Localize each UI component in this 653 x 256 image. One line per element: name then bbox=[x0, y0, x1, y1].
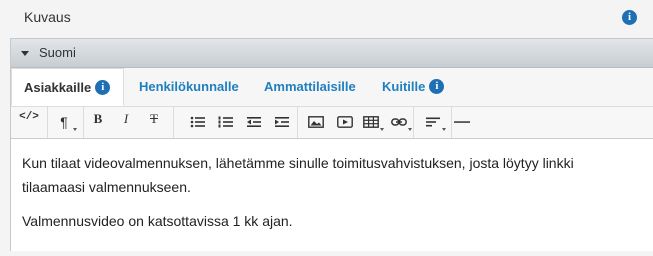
numbered-list-icon bbox=[218, 116, 233, 128]
field-title: Kuvaus bbox=[24, 9, 71, 25]
info-icon[interactable]: i bbox=[429, 79, 445, 95]
caret-down-icon bbox=[21, 51, 29, 56]
toolbar-group-format: ¶ bbox=[47, 107, 84, 138]
horizontal-rule-button[interactable] bbox=[451, 111, 473, 133]
tab-label: Henkilökunnalle bbox=[139, 79, 239, 94]
insert-table-button[interactable] bbox=[360, 111, 384, 133]
insert-video-button[interactable] bbox=[334, 111, 356, 133]
audience-tabs: Asiakkaille i Henkilökunnalle Ammattilais… bbox=[11, 68, 653, 107]
tab-label: Ammattilaisille bbox=[264, 79, 356, 94]
insert-image-button[interactable] bbox=[305, 111, 327, 133]
video-icon bbox=[337, 116, 353, 128]
paragraph-format-button[interactable]: ¶ bbox=[53, 111, 77, 133]
tab-label: Kuitille bbox=[382, 79, 426, 94]
insert-link-button[interactable] bbox=[388, 111, 412, 133]
italic-button[interactable]: I bbox=[115, 111, 137, 133]
tab-henkilokunnalle[interactable]: Henkilökunnalle bbox=[127, 68, 251, 106]
language-collapse-bar[interactable]: Suomi bbox=[11, 39, 653, 68]
rich-text-editor[interactable]: Kun tilaat videovalmennuksen, lähetämme … bbox=[11, 139, 653, 251]
outdent-button[interactable] bbox=[243, 111, 265, 133]
outdent-icon bbox=[247, 117, 261, 127]
dropdown-arrow-icon bbox=[73, 128, 77, 131]
info-icon[interactable]: i bbox=[622, 10, 637, 25]
indent-icon bbox=[275, 117, 289, 127]
translation-panel: Suomi Asiakkaille i Henkilökunnalle Ammat… bbox=[10, 38, 653, 251]
toolbar-group-lists bbox=[173, 107, 298, 138]
paragraph-icon: ¶ bbox=[60, 114, 68, 130]
bold-button[interactable]: B bbox=[87, 111, 109, 133]
toolbar-group-code: </> bbox=[11, 107, 48, 138]
table-icon bbox=[363, 116, 379, 128]
tab-ammattilaisille[interactable]: Ammattilaisille bbox=[252, 68, 368, 106]
editor-paragraph: Kun tilaat videovalmennuksen, lähetämme … bbox=[22, 155, 574, 195]
language-label: Suomi bbox=[39, 45, 76, 60]
link-icon bbox=[391, 118, 407, 126]
bullet-list-icon bbox=[190, 116, 205, 128]
editor-toolbar: </> ¶ B I T bbox=[11, 107, 653, 139]
tab-asiakkaille[interactable]: Asiakkaille i bbox=[11, 68, 124, 106]
bullet-list-button[interactable] bbox=[187, 111, 209, 133]
editor-paragraph: Valmennusvideo on katsottavissa 1 kk aja… bbox=[22, 213, 293, 229]
toolbar-group-style: B I T bbox=[83, 107, 174, 138]
dropdown-arrow-icon bbox=[408, 128, 412, 131]
field-header: Kuvaus i bbox=[0, 0, 653, 36]
align-left-icon bbox=[426, 117, 440, 127]
toolbar-group-insert bbox=[297, 107, 414, 138]
dropdown-arrow-icon bbox=[442, 128, 446, 131]
align-button[interactable] bbox=[422, 111, 446, 133]
numbered-list-button[interactable] bbox=[215, 111, 237, 133]
image-icon bbox=[308, 116, 324, 128]
tab-kuitille[interactable]: Kuitille i bbox=[370, 68, 456, 106]
horizontal-rule-icon bbox=[454, 121, 470, 123]
tab-label: Asiakkaille bbox=[24, 80, 92, 95]
strikethrough-button[interactable]: T bbox=[143, 111, 165, 133]
dropdown-arrow-icon bbox=[380, 128, 384, 131]
toolbar-group-align bbox=[413, 107, 452, 138]
info-icon[interactable]: i bbox=[95, 80, 111, 96]
code-view-button[interactable]: </> bbox=[18, 111, 40, 133]
indent-button[interactable] bbox=[271, 111, 293, 133]
